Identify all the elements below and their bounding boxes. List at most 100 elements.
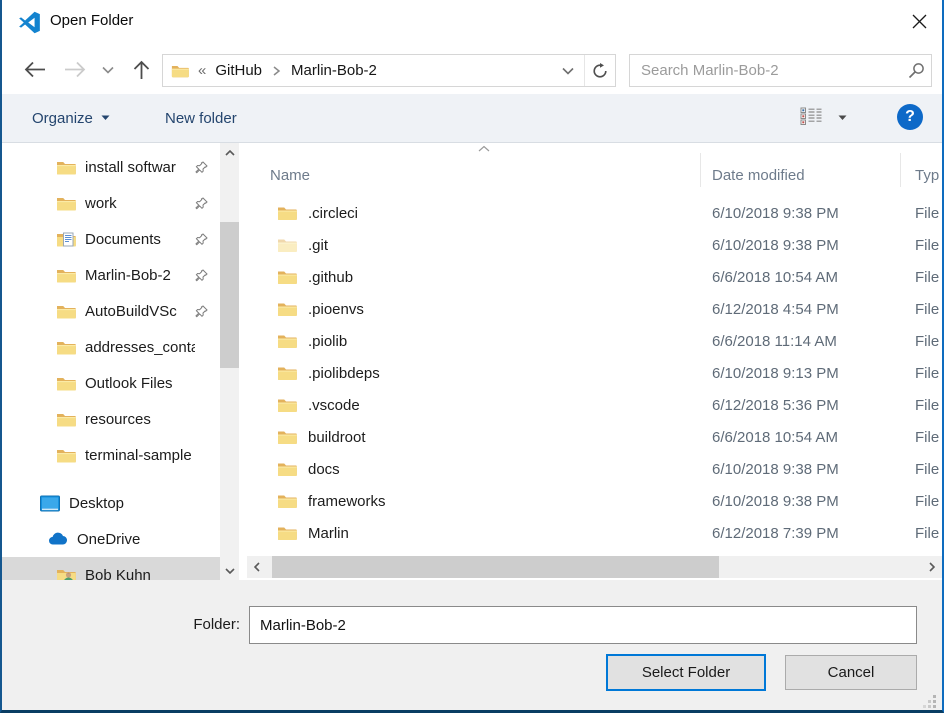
folder-icon <box>56 375 76 392</box>
breadcrumb-overflow-indicator[interactable]: « <box>198 62 206 79</box>
sidebar-item[interactable]: work <box>2 185 220 221</box>
forward-arrow-icon <box>63 61 87 78</box>
sidebar-scrollbar <box>220 143 239 580</box>
up-arrow-icon <box>133 59 150 81</box>
file-type: File <box>915 237 939 254</box>
documents-icon <box>56 231 76 248</box>
up-button[interactable] <box>126 45 156 94</box>
scroll-up-button[interactable] <box>220 143 239 162</box>
file-list: Name Date modified Typ .circleci 6/10/20… <box>247 143 942 580</box>
file-row[interactable]: .vscode 6/12/2018 5:36 PM File <box>247 389 942 421</box>
sidebar-item-label: terminal-sample <box>85 447 192 464</box>
file-row[interactable]: .pioenvs 6/12/2018 4:54 PM File <box>247 293 942 325</box>
resize-grip[interactable] <box>922 694 937 709</box>
refresh-button[interactable] <box>584 55 615 86</box>
new-folder-button[interactable]: New folder <box>165 94 237 142</box>
column-header-name[interactable]: Name <box>270 167 310 184</box>
refresh-icon <box>592 63 608 79</box>
file-date-modified: 6/10/2018 9:38 PM <box>712 205 915 222</box>
help-button[interactable]: ? <box>897 104 923 130</box>
chevron-right-icon <box>929 562 935 572</box>
sidebar-tree-item[interactable]: Bob Kuhn <box>2 557 220 580</box>
forward-button[interactable] <box>58 45 92 94</box>
column-divider[interactable] <box>900 153 901 187</box>
recent-locations-button[interactable] <box>96 45 120 94</box>
details-view-icon <box>800 107 822 125</box>
address-bar[interactable]: « GitHub Marlin-Bob-2 <box>162 54 616 87</box>
folder-icon <box>277 461 297 477</box>
column-divider[interactable] <box>700 153 701 187</box>
view-mode-button[interactable] <box>800 107 822 125</box>
file-row[interactable]: .git 6/10/2018 9:38 PM File <box>247 229 942 261</box>
scrollbar-thumb[interactable] <box>220 222 239 368</box>
scroll-left-button[interactable] <box>247 556 267 578</box>
address-dropdown-button[interactable] <box>552 55 584 86</box>
main-area: install softwar work <box>2 143 942 580</box>
file-row[interactable]: docs 6/10/2018 9:38 PM File <box>247 453 942 485</box>
column-header-type[interactable]: Typ <box>915 167 939 184</box>
cancel-label: Cancel <box>828 664 875 681</box>
chevron-down-icon <box>101 115 110 121</box>
open-folder-dialog: Open Folder <box>0 0 944 713</box>
file-name: .vscode <box>308 397 712 414</box>
folder-icon <box>56 303 76 320</box>
breadcrumb-marlin-bob-2[interactable]: Marlin-Bob-2 <box>291 62 377 79</box>
view-mode-dropdown-button[interactable] <box>838 107 847 129</box>
organize-button[interactable]: Organize <box>32 94 110 142</box>
file-date-modified: 6/12/2018 4:54 PM <box>712 301 915 318</box>
folder-icon <box>56 159 76 176</box>
search-icon[interactable] <box>901 62 931 79</box>
chevron-left-icon <box>254 562 260 572</box>
file-date-modified: 6/6/2018 10:54 AM <box>712 429 915 446</box>
breadcrumb-github[interactable]: GitHub <box>215 62 262 79</box>
sidebar-item[interactable]: Marlin-Bob-2 <box>2 257 220 293</box>
sidebar-tree-item[interactable]: Desktop <box>2 485 220 521</box>
scrollbar-track[interactable] <box>220 162 239 561</box>
file-date-modified: 6/10/2018 9:13 PM <box>712 365 915 382</box>
sidebar-item-label: AutoBuildVSc <box>85 303 177 320</box>
sidebar-tree-item[interactable]: OneDrive <box>2 521 220 557</box>
folder-name-input[interactable] <box>249 606 917 644</box>
column-header-date-modified[interactable]: Date modified <box>712 167 805 184</box>
file-type: File <box>915 269 939 286</box>
file-date-modified: 6/12/2018 7:39 PM <box>712 525 915 542</box>
folder-icon <box>277 301 297 317</box>
folder-icon <box>56 447 76 464</box>
scroll-right-button[interactable] <box>922 556 942 578</box>
sidebar-item[interactable]: Outlook Files <box>2 365 220 401</box>
file-type: File <box>915 301 939 318</box>
sidebar-item[interactable]: terminal-sample <box>2 437 220 473</box>
back-button[interactable] <box>18 45 52 94</box>
file-row[interactable]: Marlin 6/12/2018 7:39 PM File <box>247 517 942 549</box>
sidebar-item[interactable]: AutoBuildVSc <box>2 293 220 329</box>
navigation-pane: install softwar work <box>2 143 220 580</box>
file-row[interactable]: buildroot 6/6/2018 10:54 AM File <box>247 421 942 453</box>
column-header-row: Name Date modified Typ <box>247 143 942 197</box>
chevron-down-icon <box>102 66 114 74</box>
sidebar-item[interactable]: Documents <box>2 221 220 257</box>
cancel-button[interactable]: Cancel <box>785 655 917 690</box>
sidebar-item-label: Documents <box>85 231 161 248</box>
file-row[interactable]: .piolib 6/6/2018 11:14 AM File <box>247 325 942 357</box>
select-folder-button[interactable]: Select Folder <box>606 654 766 691</box>
sidebar-item[interactable]: resources <box>2 401 220 437</box>
scroll-down-button[interactable] <box>220 561 239 580</box>
file-type: File <box>915 525 939 542</box>
sort-ascending-icon[interactable] <box>477 145 491 153</box>
file-name: .piolib <box>308 333 712 350</box>
file-type: File <box>915 493 939 510</box>
sidebar-item[interactable]: addresses_conta <box>2 329 220 365</box>
file-row[interactable]: frameworks 6/10/2018 9:38 PM File <box>247 485 942 517</box>
pin-icon <box>195 161 208 174</box>
file-date-modified: 6/12/2018 5:36 PM <box>712 397 915 414</box>
close-button[interactable] <box>900 4 938 38</box>
sidebar-item[interactable]: install softwar <box>2 149 220 185</box>
vscode-logo-icon <box>18 11 41 34</box>
scrollbar-thumb[interactable] <box>272 556 719 578</box>
file-row[interactable]: .circleci 6/10/2018 9:38 PM File <box>247 197 942 229</box>
search-input[interactable] <box>630 62 901 79</box>
file-row[interactable]: .piolibdeps 6/10/2018 9:13 PM File <box>247 357 942 389</box>
scrollbar-track[interactable] <box>267 556 922 578</box>
sidebar-item-label: install softwar <box>85 159 176 176</box>
file-row[interactable]: .github 6/6/2018 10:54 AM File <box>247 261 942 293</box>
